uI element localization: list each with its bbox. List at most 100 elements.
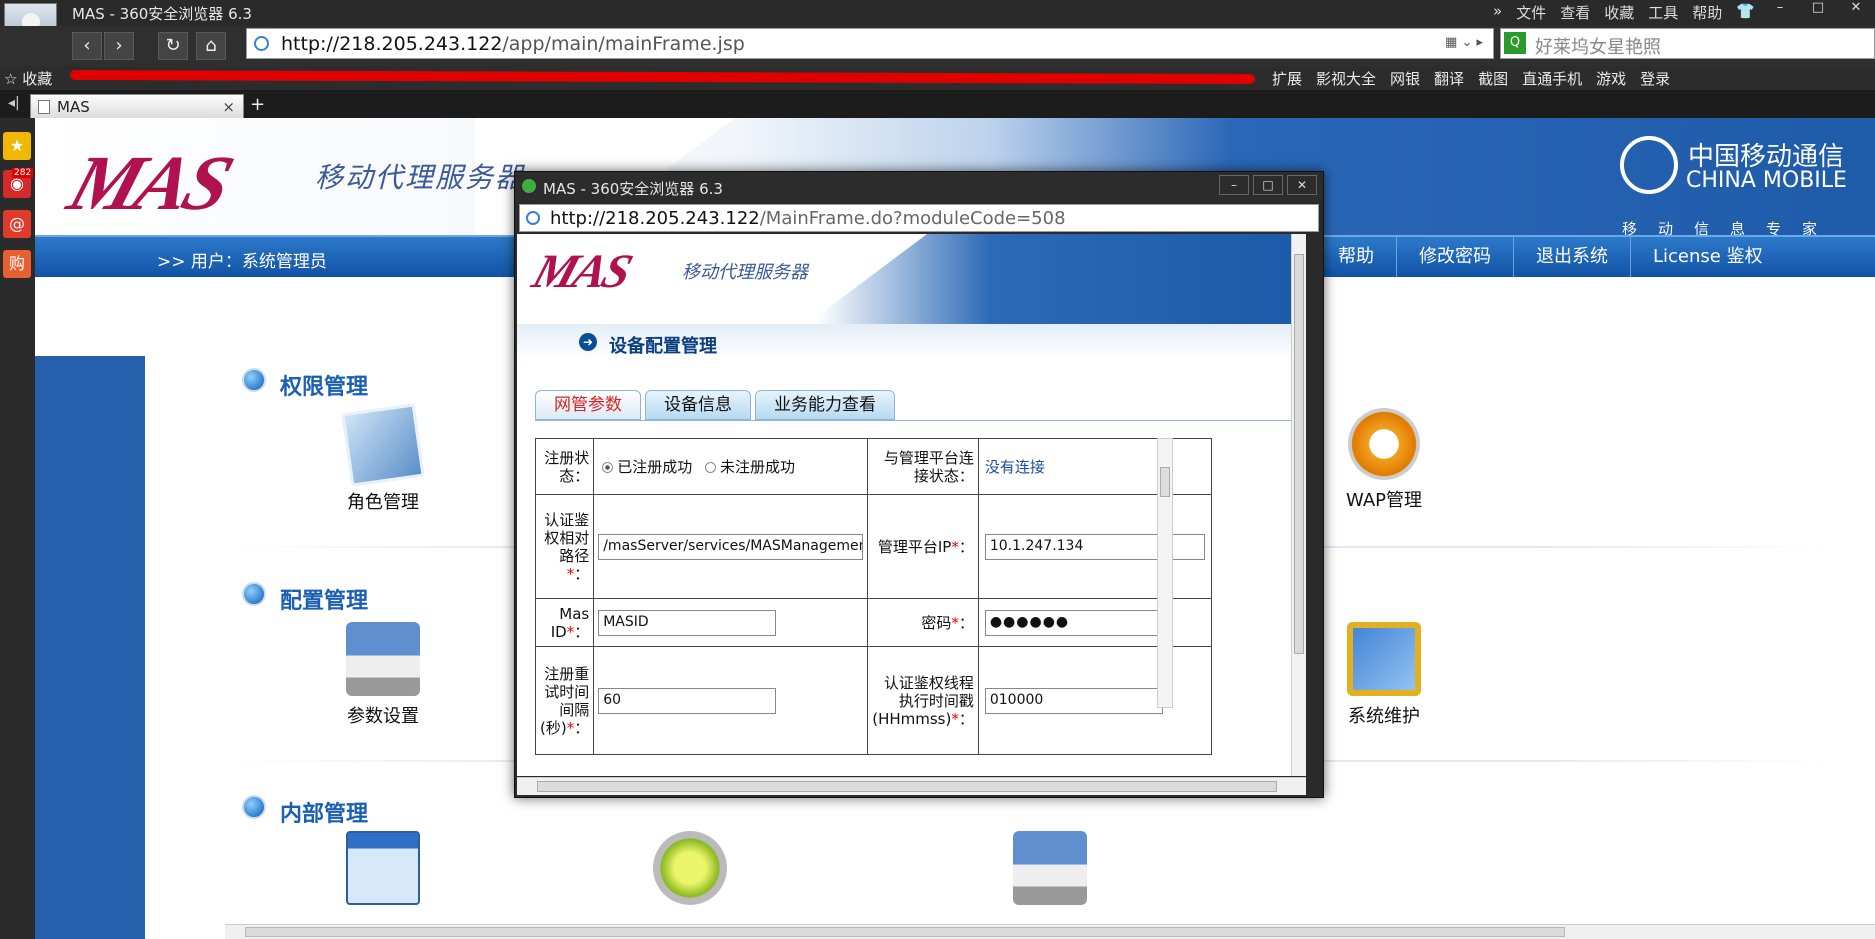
scroll-thumb[interactable] (537, 781, 1277, 792)
mail-icon[interactable]: @ (3, 210, 31, 238)
tab-device-info[interactable]: 设备信息 (645, 390, 751, 420)
popup-address-bar[interactable]: http://218.205.243.122/MainFrame.do?modu… (519, 204, 1319, 232)
table-vertical-scrollbar[interactable] (1157, 438, 1173, 708)
forward-icon[interactable]: › (104, 32, 134, 60)
home-icon[interactable]: ⌂ (196, 32, 226, 60)
tab-business-capability[interactable]: 业务能力查看 (755, 390, 895, 420)
auth-path-label-cell: 认证鉴权相对路径 *： (534, 494, 595, 599)
menu-file[interactable]: 文件 (1516, 2, 1546, 23)
close-icon[interactable]: ✕ (1837, 0, 1875, 20)
tab-mas[interactable]: MAS × (30, 94, 244, 118)
favorites-star-icon[interactable]: ★ (3, 132, 31, 160)
scroll-thumb[interactable] (1160, 467, 1170, 497)
colon: ： (958, 709, 974, 728)
bookmarks-favorites[interactable]: ☆ 收藏 (4, 68, 52, 89)
popup-horizontal-scrollbar[interactable] (517, 777, 1306, 795)
required-mark: * (951, 613, 959, 632)
internal-item-speaker[interactable] (635, 831, 745, 905)
menu-view[interactable]: 查看 (1560, 2, 1590, 23)
bookmark-games[interactable]: 游戏 (1596, 68, 1626, 89)
auth-time-input[interactable]: 010000 (984, 687, 1163, 714)
conn-status-cell: 没有连接 (977, 438, 1212, 495)
window-controls: – □ ✕ (1761, 0, 1875, 20)
auth-path-label: 认证鉴权相对路径 (544, 510, 590, 565)
search-input[interactable]: 好莱坞女星艳照 (1535, 33, 1661, 59)
address-tools-icon[interactable]: ▦ ⌄ ▸ (1445, 35, 1483, 50)
menu-help[interactable]: 帮助 (1315, 237, 1396, 279)
password-label-cell: 密码*： (867, 598, 979, 647)
radio-registered[interactable] (602, 462, 614, 473)
bookmark-video[interactable]: 影视大全 (1316, 68, 1376, 89)
scroll-thumb[interactable] (245, 927, 1565, 937)
bookmark-screenshot[interactable]: 截图 (1478, 68, 1508, 89)
new-tab-button[interactable]: + (250, 94, 265, 115)
bookmark-login[interactable]: 登录 (1640, 68, 1670, 89)
colon: ： (958, 613, 974, 632)
tab-network-params[interactable]: 网管参数 (535, 390, 641, 420)
wap-management-item[interactable]: WAP管理 (1329, 408, 1439, 512)
retry-interval-input[interactable]: 60 (598, 687, 777, 714)
minimize-icon[interactable]: – (1761, 0, 1799, 20)
menu-license[interactable]: License 鉴权 (1630, 237, 1785, 279)
address-bar[interactable]: http://218.205.243.122/app/main/mainFram… (246, 28, 1494, 59)
parameter-settings-item[interactable]: 参数设置 (328, 622, 438, 728)
internal-item-window[interactable] (328, 831, 438, 905)
role-management-item[interactable]: 角色管理 (328, 403, 438, 514)
maximize-icon[interactable]: □ (1799, 0, 1837, 20)
radio-unregistered[interactable] (705, 462, 717, 473)
bookmark-extensions[interactable]: 扩展 (1272, 68, 1302, 89)
popup-vertical-scrollbar[interactable] (1291, 234, 1306, 776)
masid-input[interactable]: MASID (598, 609, 777, 636)
conn-status-value[interactable]: 没有连接 (985, 458, 1045, 476)
tab-label: MAS (57, 98, 90, 116)
browser-sidebar: ★ ◉ 282 @ 购 (0, 118, 35, 939)
bookmark-ebank[interactable]: 网银 (1390, 68, 1420, 89)
disk-drive-icon (346, 622, 420, 696)
scroll-thumb[interactable] (1294, 254, 1304, 654)
popup-maximize-icon[interactable]: □ (1253, 175, 1283, 195)
tab-bar: ◂| MAS × + (0, 92, 1875, 118)
disk-drive-icon (1013, 831, 1087, 905)
popup-tabs: 网管参数 设备信息 业务能力查看 (535, 390, 895, 420)
section-bullet-icon (242, 368, 266, 392)
page-horizontal-scrollbar[interactable] (225, 924, 1875, 939)
password-input[interactable]: ●●●●●● (984, 609, 1163, 636)
back-icon[interactable]: ‹ (72, 32, 102, 60)
menu-logout[interactable]: 退出系统 (1513, 237, 1630, 279)
menu-expand-icon[interactable]: » (1493, 2, 1502, 23)
popup-heading: 设备配置管理 (609, 336, 717, 357)
popup-banner: MAS 移动代理服务器 (517, 234, 1306, 324)
popup-mas-logo: MAS (526, 245, 637, 298)
tab-close-icon[interactable]: × (222, 98, 235, 116)
menu-favorites[interactable]: 收藏 (1604, 2, 1634, 23)
auth-path-input[interactable]: /masServer/services/MASManagementService (598, 533, 864, 560)
popup-url-text[interactable]: http://218.205.243.122/MainFrame.do?modu… (550, 208, 1066, 229)
system-maintenance-item[interactable]: 系统维护 (1329, 622, 1439, 728)
search-engine-icon[interactable]: Q (1504, 32, 1526, 54)
popup-page: MAS 移动代理服务器 ➜ 设备配置管理 网管参数 设备信息 业务能力查看 注册… (517, 234, 1306, 776)
skin-icon[interactable]: 👕 (1736, 2, 1755, 23)
masid-label-cell: Mas ID*： (534, 598, 595, 647)
url-text[interactable]: http://218.205.243.122/app/main/mainFram… (281, 33, 745, 55)
bookmark-phone[interactable]: 直通手机 (1522, 68, 1582, 89)
sidebar-toggle-icon[interactable]: ◂| (8, 95, 20, 111)
shopping-icon[interactable]: 购 (3, 250, 31, 278)
colon: ： (958, 537, 974, 556)
popup-minimize-icon[interactable]: – (1219, 175, 1249, 195)
search-box[interactable]: Q 好莱坞女星艳照 (1500, 28, 1875, 59)
china-mobile-en: CHINA MOBILE (1686, 168, 1847, 193)
browser-logo-icon (522, 179, 536, 193)
bookmark-translate[interactable]: 翻译 (1434, 68, 1464, 89)
internal-item-drive[interactable] (995, 831, 1105, 905)
reg-status-label: 注册状态： (534, 438, 595, 495)
radio-unregistered-label: 未注册成功 (720, 458, 796, 476)
page-security-icon (254, 36, 269, 51)
refresh-icon[interactable]: ↻ (158, 32, 188, 60)
bookmarks-right: 扩展 影视大全 网银 翻译 截图 直通手机 游戏 登录 (1272, 68, 1670, 89)
section-bullet-icon (242, 795, 266, 819)
popup-close-icon[interactable]: ✕ (1287, 175, 1317, 195)
menu-help[interactable]: 帮助 (1692, 2, 1722, 23)
menu-change-password[interactable]: 修改密码 (1396, 237, 1513, 279)
menu-tools[interactable]: 工具 (1648, 2, 1678, 23)
mgmt-ip-label: 管理平台IP (877, 537, 952, 556)
